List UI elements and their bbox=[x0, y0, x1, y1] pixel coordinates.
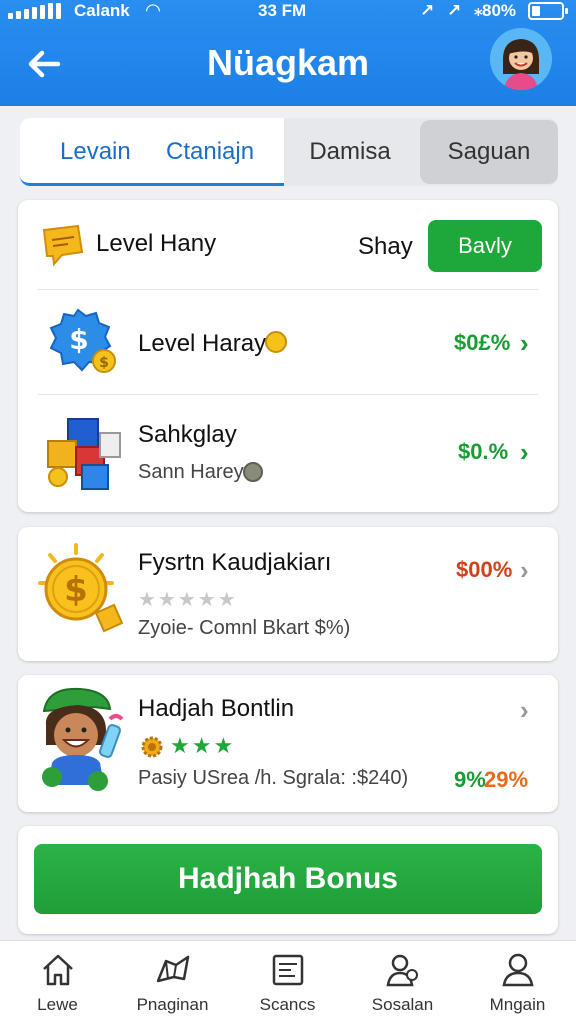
user-search-icon bbox=[386, 954, 418, 987]
status-indicators: ↗ ↗ ⁎ bbox=[420, 1, 487, 20]
chevron-right-icon[interactable]: › bbox=[520, 695, 529, 726]
nav-label: Pnaginan bbox=[136, 995, 209, 1014]
arrow-left-icon bbox=[28, 50, 61, 78]
carrier-name: Calank bbox=[74, 1, 130, 20]
boxes-icon bbox=[47, 418, 121, 490]
card-subtitle: Pasiy USrea /h. Sgrala: :$240) bbox=[138, 767, 409, 789]
chevron-right-icon[interactable]: › bbox=[520, 555, 529, 586]
list-item[interactable]: $ $ Level Haray $0£% › bbox=[18, 290, 558, 394]
list-item[interactable]: Sahkglay Sann Harey $0.% › bbox=[18, 395, 558, 510]
card-percent: $00% bbox=[456, 557, 513, 582]
row-title: Level Haray bbox=[138, 330, 267, 357]
coin-icon bbox=[265, 331, 287, 353]
home-icon bbox=[43, 954, 73, 986]
nav-label: Sosalan bbox=[371, 995, 434, 1014]
svg-text:$: $ bbox=[99, 355, 109, 371]
battery-icon bbox=[528, 2, 568, 20]
tab-ctaniajn[interactable]: Ctaniajn bbox=[166, 118, 254, 186]
map-icon bbox=[156, 955, 190, 983]
nav-item-profile[interactable]: Mngain bbox=[460, 941, 575, 1024]
status-time: 33 FM bbox=[258, 1, 307, 20]
nav-item-home[interactable]: Lewe bbox=[0, 941, 115, 1024]
nav-label: Mngain bbox=[489, 995, 546, 1014]
price-label: Shay bbox=[358, 233, 413, 260]
row-title: Sahkglay bbox=[138, 421, 237, 448]
document-icon bbox=[272, 954, 304, 986]
tab-bar: Levain Ctaniajn Damisa Saguan bbox=[20, 118, 558, 186]
row-subtitle: Sann Harey bbox=[138, 461, 244, 483]
nav-item-social[interactable]: Sosalan bbox=[345, 941, 460, 1024]
nav-item-document[interactable]: Scancs bbox=[230, 941, 345, 1024]
percent-green: 9% bbox=[454, 767, 486, 792]
card-title: Level Hany bbox=[96, 230, 217, 257]
level-card: Level Hany Shay Bavly $ $ Level Haray $0… bbox=[18, 200, 558, 512]
card-subtitle: Zyoie- Comnl Bkart $%) bbox=[138, 617, 351, 639]
rating-stars: ★★★ bbox=[170, 733, 236, 758]
nav-label: Scancs bbox=[259, 995, 316, 1014]
buy-button[interactable]: Bavly bbox=[428, 220, 542, 272]
gold-coin-icon: $ bbox=[38, 543, 124, 633]
back-button[interactable] bbox=[20, 40, 68, 88]
reward-card[interactable]: $ Fysrtn Kaudjakiarı ★★★★★ Zyoie- Comnl … bbox=[18, 527, 558, 661]
row-percent: $0£% bbox=[454, 330, 511, 355]
nav-item-map[interactable]: Pnaginan bbox=[115, 941, 230, 1024]
svg-text:$: $ bbox=[69, 323, 88, 356]
ticket-icon bbox=[42, 224, 84, 267]
coin-icon bbox=[243, 462, 263, 482]
character-icon bbox=[42, 687, 124, 791]
chevron-right-icon[interactable]: › bbox=[520, 328, 529, 359]
tab-damisa[interactable]: Damisa bbox=[284, 118, 416, 186]
page-title: Nüagkam bbox=[206, 42, 370, 83]
user-avatar[interactable] bbox=[490, 28, 552, 90]
avatar-icon bbox=[490, 28, 552, 90]
dollar-badge-icon: $ $ bbox=[49, 308, 116, 373]
chevron-right-icon[interactable]: › bbox=[520, 437, 529, 468]
wifi-icon: ◠ bbox=[146, 0, 160, 20]
card-title: Fysrtn Kaudjakiarı bbox=[138, 549, 332, 576]
svg-text:$: $ bbox=[64, 570, 88, 610]
profile-icon bbox=[502, 953, 534, 987]
character-card[interactable]: Hadjah Bontlin ★★★ Pasiy USrea /h. Sgral… bbox=[18, 675, 558, 812]
battery-percent: 80% bbox=[482, 1, 517, 20]
bonus-card: Hadjhah Bonus bbox=[18, 826, 558, 934]
percent-orange: 29% bbox=[484, 767, 529, 792]
row-percent: $0.% bbox=[458, 439, 509, 464]
signal-icon bbox=[8, 3, 61, 19]
tab-saguan[interactable]: Saguan bbox=[420, 118, 558, 186]
rating-stars: ★★★★★ bbox=[138, 589, 238, 611]
tab-levain[interactable]: Levain bbox=[60, 118, 131, 186]
gear-icon bbox=[141, 736, 163, 758]
app-header: Calank ◠ 33 FM ↗ ↗ ⁎ 80% Nüagkam bbox=[0, 0, 576, 106]
bonus-button[interactable]: Hadjhah Bonus bbox=[34, 844, 542, 914]
status-bar: Calank ◠ 33 FM ↗ ↗ ⁎ 80% bbox=[0, 0, 576, 24]
bottom-nav: Lewe Pnaginan Scancs Sosalan Mngain bbox=[0, 940, 576, 1024]
card-title: Hadjah Bontlin bbox=[138, 695, 295, 722]
nav-label: Lewe bbox=[37, 995, 78, 1014]
